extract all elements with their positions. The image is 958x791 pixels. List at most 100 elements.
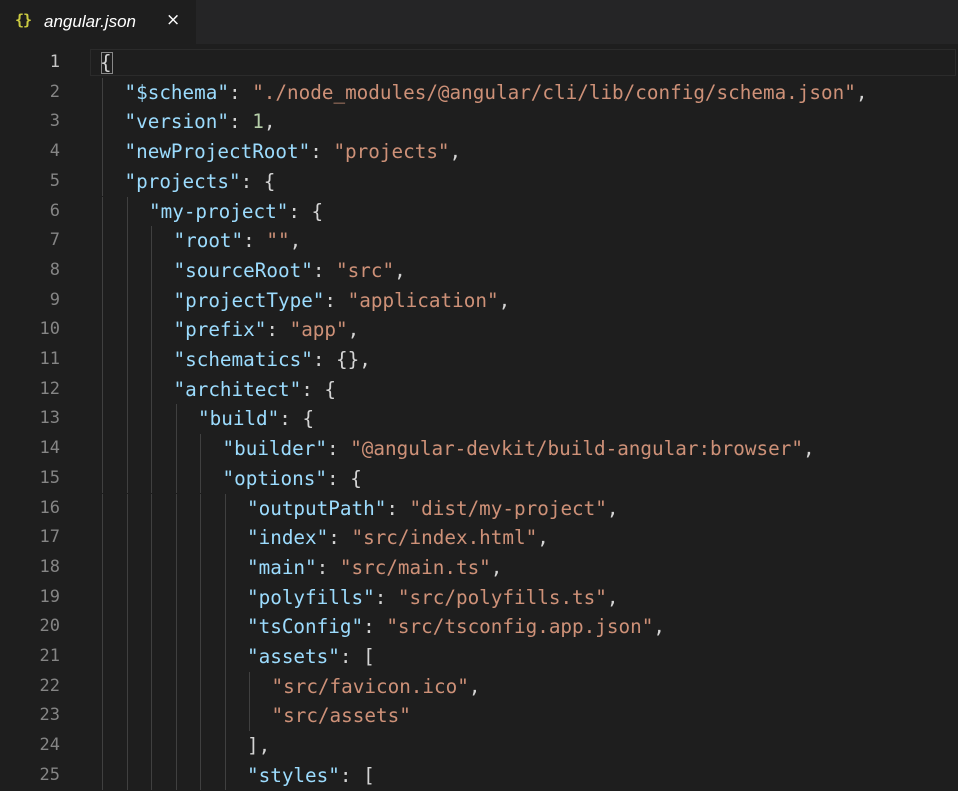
json-key: "root" (173, 229, 244, 253)
code-line[interactable]: 13 "build": { (0, 404, 958, 434)
indent-guide (151, 285, 152, 316)
code-line[interactable]: 3 "version": 1, (0, 107, 958, 137)
code-line[interactable]: 16 "outputPath": "dist/my-project", (0, 494, 958, 524)
code-line[interactable]: 9 "projectType": "application", (0, 286, 958, 316)
code-line[interactable]: 25 "styles": [ (0, 761, 958, 791)
current-line-highlight (90, 49, 956, 76)
indent-guide (224, 671, 226, 702)
indent-guide (151, 731, 152, 761)
indent-guide (200, 523, 201, 553)
code-editor[interactable]: 1{2 "$schema": "./node_modules/@angular/c… (0, 44, 958, 791)
indent-guide (126, 760, 128, 791)
code-text: { (100, 48, 112, 78)
editor-window: {} angular.json × 1{2 "$schema": "./node_… (0, 0, 958, 791)
line-number: 19 (39, 586, 60, 607)
json-key: "builder" (222, 437, 327, 461)
indent-guide (126, 345, 128, 375)
code-line[interactable]: 23 "src/assets" (0, 701, 958, 731)
line-number: 25 (39, 764, 60, 785)
json-punctuation: : (316, 555, 340, 579)
code-line[interactable]: 2 "$schema": "./node_modules/@angular/cli… (0, 78, 958, 108)
json-key: "sourceRoot" (173, 258, 313, 282)
json-punctuation: , (653, 615, 665, 639)
code-line[interactable]: 12 "architect": { (0, 375, 958, 405)
json-punctuation: , (606, 585, 619, 609)
json-punctuation: : (328, 526, 352, 550)
code-line[interactable]: 24], (0, 731, 958, 761)
json-punctuation: : { (279, 407, 315, 431)
indent-guide (126, 255, 128, 286)
line-number: 11 (39, 349, 60, 369)
indent-guide (224, 612, 226, 642)
json-key: "build" (198, 407, 280, 431)
indent-guide (126, 493, 128, 524)
code-line[interactable]: 10 "prefix": "app", (0, 315, 958, 345)
json-string: "src" (336, 258, 395, 282)
indent-guide (151, 760, 152, 791)
indent-guide (102, 166, 103, 197)
indent-guide (249, 701, 250, 732)
code-text: "root": "", (174, 226, 302, 256)
json-key: "projectType" (173, 288, 325, 312)
close-icon[interactable]: × (166, 10, 180, 30)
code-line[interactable]: 18 "main": "src/main.ts", (0, 553, 958, 583)
code-line[interactable]: 4 "newProjectRoot": "projects", (0, 137, 958, 167)
line-number: 22 (39, 675, 60, 696)
tab-title: angular.json (44, 12, 136, 31)
code-line[interactable]: 15 "options": { (0, 464, 958, 494)
indent-guide (151, 434, 152, 464)
indent-guide (151, 226, 152, 256)
code-line[interactable]: 17 "index": "src/index.html", (0, 523, 958, 553)
indent-guide (175, 463, 177, 494)
indent-guide (126, 315, 128, 345)
indent-guide (151, 552, 152, 583)
code-line[interactable]: 5 "projects": { (0, 167, 958, 197)
indent-guide (126, 226, 128, 256)
code-line[interactable]: 8 "sourceRoot": "src", (0, 256, 958, 286)
code-line[interactable]: 11 "schematics": {}, (0, 345, 958, 375)
indent-guide (224, 582, 226, 613)
indent-guide (151, 315, 152, 345)
code-line[interactable]: 22 "src/favicon.ico", (0, 672, 958, 702)
code-line[interactable]: 1{ (0, 48, 958, 78)
code-text: "newProjectRoot": "projects", (125, 137, 462, 167)
indent-guide (200, 434, 201, 464)
code-line[interactable]: 7 "root": "", (0, 226, 958, 256)
json-punctuation: ], (247, 734, 271, 758)
code-line[interactable]: 19 "polyfills": "src/polyfills.ts", (0, 583, 958, 613)
json-key: "styles" (247, 763, 340, 787)
line-number: 4 (49, 141, 60, 162)
json-key: "my-project" (149, 199, 289, 223)
code-text: "schematics": {}, (174, 345, 371, 375)
code-line[interactable]: 14 "builder": "@angular-devkit/build-angu… (0, 434, 958, 464)
json-key: "newProjectRoot" (124, 140, 311, 164)
indent-guide (175, 671, 177, 702)
indent-guide (126, 642, 128, 672)
json-punctuation: : { (240, 169, 276, 193)
json-punctuation: , (855, 80, 868, 104)
indent-guide (126, 701, 128, 732)
json-punctuation: : (243, 229, 267, 253)
json-string: "app" (289, 318, 348, 342)
code-line[interactable]: 21 "assets": [ (0, 642, 958, 672)
json-punctuation: : (228, 80, 253, 104)
code-text: "src/favicon.ico", (272, 672, 481, 702)
line-number: 16 (39, 497, 60, 518)
indent-guide (102, 226, 103, 256)
indent-guide (224, 552, 226, 583)
code-line[interactable]: 6 "my-project": { (0, 197, 958, 227)
indent-guide (126, 285, 128, 316)
indent-guide (200, 493, 201, 524)
code-line[interactable]: 20 "tsConfig": "src/tsconfig.app.json", (0, 612, 958, 642)
code-text: "sourceRoot": "src", (174, 256, 406, 286)
json-string: "src/main.ts" (339, 555, 491, 579)
line-number: 8 (49, 259, 60, 280)
json-punctuation: , (490, 555, 503, 579)
code-text: "projectType": "application", (174, 286, 511, 316)
json-punctuation: : (266, 318, 290, 342)
tab-angular-json[interactable]: {} angular.json × (0, 0, 196, 44)
indent-guide (102, 493, 103, 524)
json-punctuation: : { (301, 377, 337, 401)
indent-guide (175, 760, 177, 791)
indent-guide (175, 731, 177, 761)
